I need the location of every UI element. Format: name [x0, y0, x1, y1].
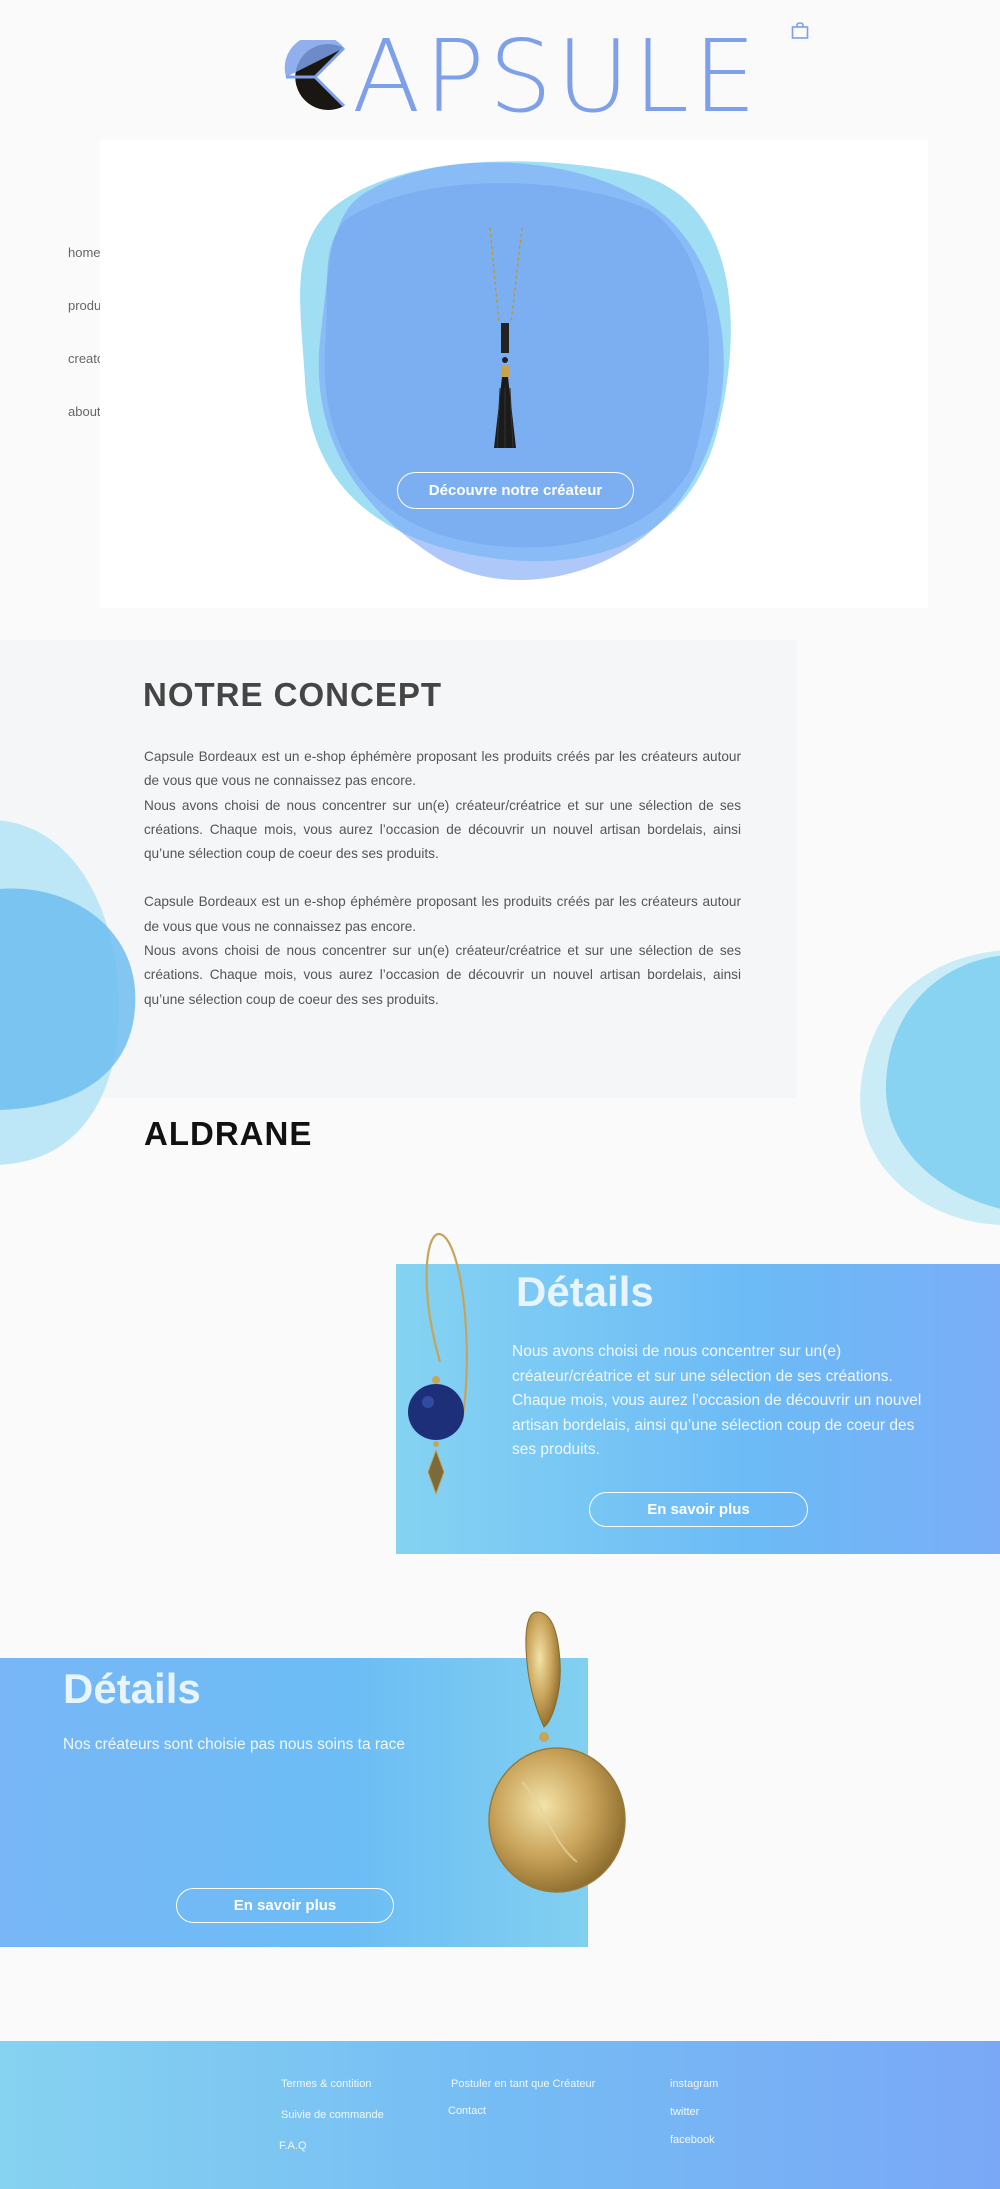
details-2-title: Détails: [63, 1665, 201, 1712]
nav-item-home[interactable]: home: [68, 245, 101, 260]
footer-link-facebook[interactable]: facebook: [670, 2134, 715, 2146]
details-2-text: Nos créateurs sont choisie pas nous soin…: [63, 1736, 406, 1753]
discover-creator-button[interactable]: Découvre notre créateur: [397, 472, 634, 509]
footer-link-order-tracking[interactable]: Suivie de commande: [281, 2109, 384, 2121]
concept-paragraph: Capsule Bordeaux est un e-shop éphémère …: [144, 749, 741, 862]
learn-more-button-2[interactable]: En savoir plus: [176, 1888, 394, 1923]
tassel-necklace-image: [489, 228, 523, 449]
right-blob-decoration: [860, 950, 1000, 1225]
footer-link-faq[interactable]: F.A.Q: [279, 2140, 307, 2152]
learn-more-button-1[interactable]: En savoir plus: [589, 1492, 808, 1527]
shopping-bag-icon[interactable]: [791, 22, 809, 40]
footer-link-apply-creator[interactable]: Postuler en tant que Créateur: [451, 2078, 595, 2090]
left-blob-decoration: [0, 820, 136, 1165]
logo-mark: [284, 40, 346, 110]
concept-paragraph: Capsule Bordeaux est un e-shop éphémère …: [144, 894, 741, 1007]
gold-disc-earring-image: [488, 1611, 626, 1893]
footer: Termes & contition Suivie de commande F.…: [0, 2041, 1000, 2189]
footer-link-instagram[interactable]: instagram: [670, 2078, 718, 2090]
footer-link-terms[interactable]: Termes & contition: [281, 2078, 371, 2090]
details-1-text: Nous avons choisi de nous concentrer sur…: [512, 1343, 922, 1458]
nav-item-about[interactable]: about: [68, 404, 101, 419]
concept-body: Capsule Bordeaux est un e-shop éphémère …: [144, 745, 741, 1036]
lapis-earring-image: [408, 1232, 468, 1496]
footer-link-contact[interactable]: Contact: [448, 2105, 486, 2117]
footer-link-twitter[interactable]: twitter: [670, 2106, 699, 2118]
details-1-title: Détails: [516, 1268, 654, 1315]
creator-name: ALDRANE: [144, 1115, 313, 1152]
logo-wordmark[interactable]: APSULE: [352, 22, 760, 132]
concept-title: NOTRE CONCEPT: [143, 676, 443, 713]
